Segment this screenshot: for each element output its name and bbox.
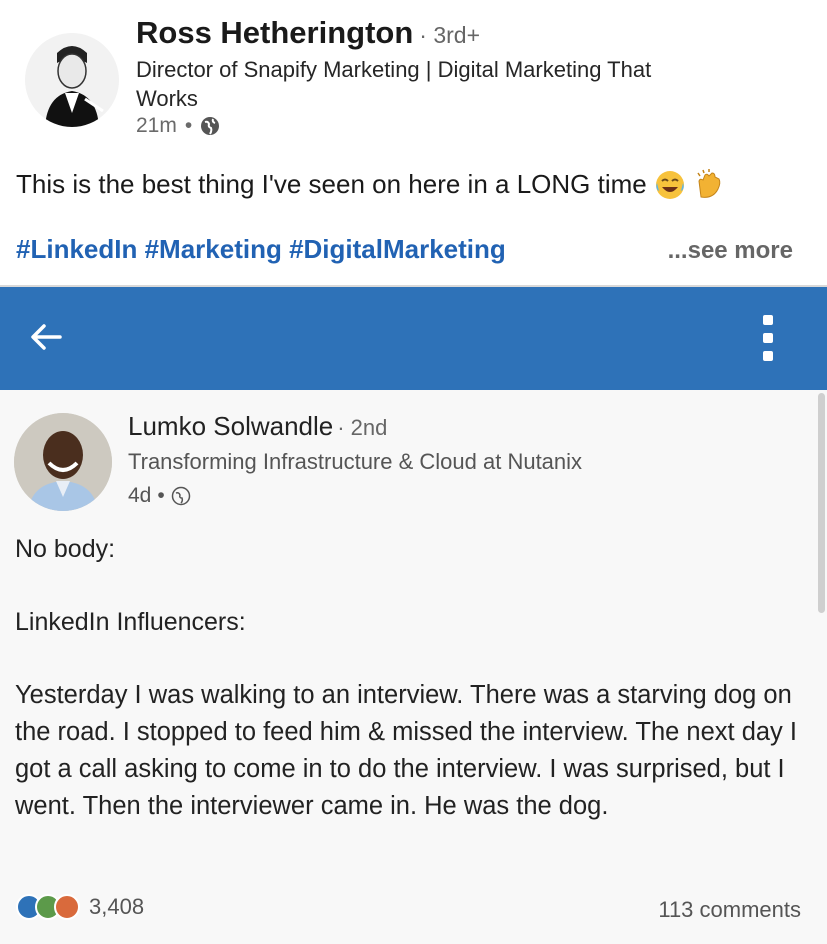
app-bar xyxy=(0,287,827,390)
embedded-post-time: 4d xyxy=(128,484,152,507)
back-arrow-icon[interactable] xyxy=(26,317,66,357)
embedded-post-meta: 4d • xyxy=(128,484,191,508)
embedded-author-avatar[interactable] xyxy=(14,413,112,511)
embedded-post-body: Yesterday I was walking to an interview.… xyxy=(15,681,797,820)
reactions-summary[interactable]: 3,408 xyxy=(16,894,144,920)
author-avatar[interactable] xyxy=(25,33,119,127)
comments-count[interactable]: 113 comments xyxy=(658,897,801,923)
embedded-author-name-text[interactable]: Lumko Solwandle xyxy=(128,411,333,441)
more-options-icon[interactable] xyxy=(755,311,781,365)
post-hashtags[interactable]: #LinkedIn #Marketing #DigitalMarketing xyxy=(16,234,506,265)
tears-of-joy-icon xyxy=(653,167,687,201)
embedded-author-headline: Transforming Infrastructure & Cloud at N… xyxy=(128,449,583,474)
reaction-count: 3,408 xyxy=(89,894,145,919)
post-time: 21m xyxy=(136,114,177,137)
embedded-screenshot[interactable]: Lumko Solwandle · 2nd Transforming Infras… xyxy=(0,285,827,944)
embedded-line-influencers: LinkedIn Influencers: xyxy=(15,608,246,636)
connection-degree: · 3rd+ xyxy=(419,22,481,48)
author-headline: Director of Snapify Marketing | Digital … xyxy=(136,57,652,111)
post-meta: 21m • xyxy=(136,114,220,138)
love-icon xyxy=(54,894,80,920)
globe-icon xyxy=(200,116,220,136)
scrollbar[interactable] xyxy=(818,393,825,613)
embedded-line-nobody: No body: xyxy=(15,535,116,563)
see-more-link[interactable]: ...see more xyxy=(668,237,793,265)
author-name-text[interactable]: Ross Hetherington xyxy=(136,15,413,50)
embedded-meta-separator: • xyxy=(157,484,165,507)
post-text: This is the best thing I've seen on here… xyxy=(16,167,727,201)
embedded-connection-degree: · 2nd xyxy=(337,415,388,440)
meta-separator: • xyxy=(184,114,193,137)
post-text-content: This is the best thing I've seen on here… xyxy=(16,168,647,199)
embedded-author-name[interactable]: Lumko Solwandle · 2nd xyxy=(128,411,387,442)
clapping-hands-icon xyxy=(693,167,727,201)
author-name[interactable]: Ross Hetherington · 3rd+ xyxy=(136,15,480,51)
globe-icon xyxy=(171,486,191,506)
